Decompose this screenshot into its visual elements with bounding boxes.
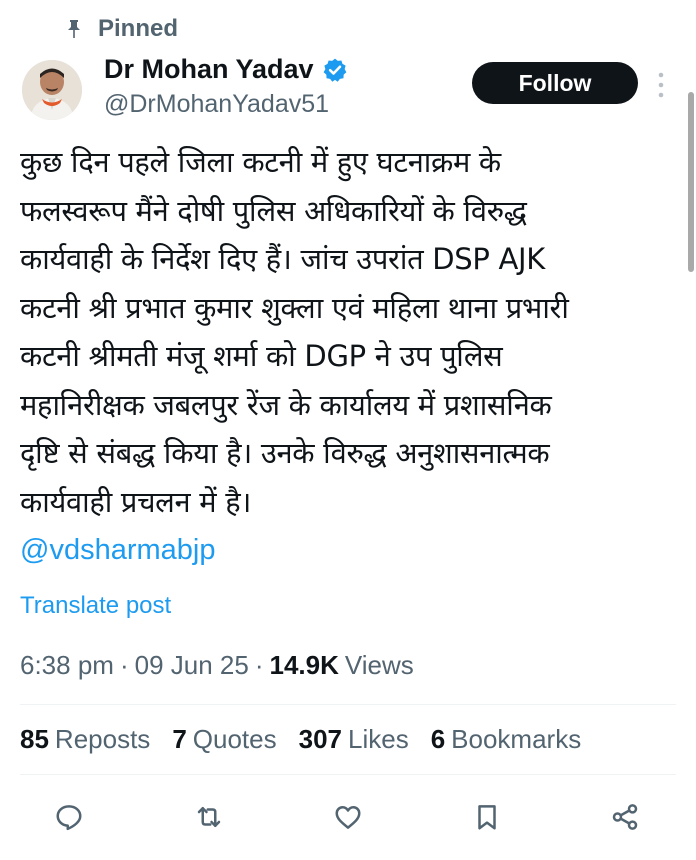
avatar[interactable]	[22, 60, 82, 120]
post-meta: 6:38 pm · 09 Jun 25 · 14.9K Views	[20, 650, 414, 681]
reply-icon[interactable]	[47, 795, 91, 839]
meta-separator: ·	[119, 650, 129, 680]
author-handle[interactable]: @DrMohanYadav51	[104, 90, 329, 119]
pinned-label: Pinned	[98, 15, 179, 42]
divider	[20, 774, 676, 775]
post-date[interactable]: 09 Jun 25	[135, 650, 249, 681]
like-icon[interactable]	[326, 795, 370, 839]
post-text: कुछ दिन पहले जिला कटनी में हुए घटनाक्रम …	[20, 145, 569, 519]
action-bar	[0, 795, 696, 839]
translate-post-link[interactable]: Translate post	[20, 592, 171, 620]
follow-button[interactable]: Follow	[472, 62, 638, 104]
likes-stat[interactable]: 307 Likes	[299, 724, 409, 755]
views-count: 14.9K	[269, 650, 339, 680]
bookmarks-stat[interactable]: 6 Bookmarks	[431, 724, 582, 755]
more-options-icon[interactable]	[656, 70, 666, 100]
verified-badge-icon	[322, 57, 348, 83]
reposts-stat[interactable]: 85 Reposts	[20, 724, 150, 755]
divider	[20, 704, 676, 705]
quotes-stat[interactable]: 7 Quotes	[172, 724, 276, 755]
meta-separator: ·	[254, 650, 264, 680]
scrollbar[interactable]	[688, 92, 694, 272]
pinned-indicator: Pinned	[66, 14, 178, 44]
repost-icon[interactable]	[187, 795, 231, 839]
share-icon[interactable]	[603, 795, 647, 839]
mention-link[interactable]: @vdsharmabjp	[20, 534, 215, 567]
engagement-stats: 85 Reposts 7 Quotes 307 Likes 6 Bookmarks	[20, 724, 603, 755]
author-name-row[interactable]: Dr Mohan Yadav	[104, 54, 348, 85]
bookmark-icon[interactable]	[465, 795, 509, 839]
pin-icon	[66, 19, 82, 39]
post-time[interactable]: 6:38 pm	[20, 650, 114, 681]
views-label: Views	[344, 650, 414, 680]
author-display-name[interactable]: Dr Mohan Yadav	[104, 54, 314, 85]
